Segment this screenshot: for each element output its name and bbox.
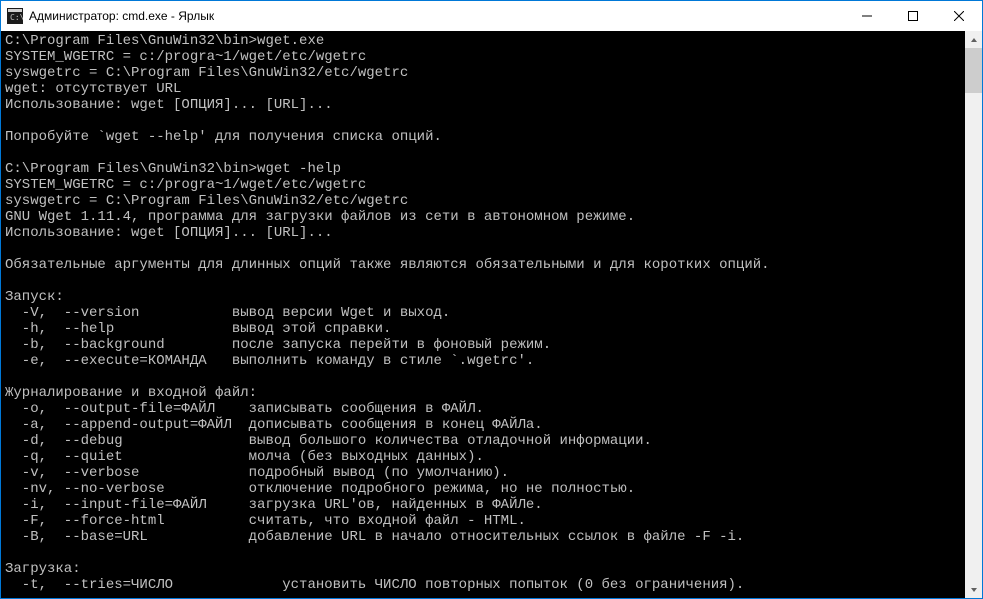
cmd-icon: C:\ xyxy=(7,8,23,24)
terminal-container: C:\Program Files\GnuWin32\bin>wget.exe S… xyxy=(1,31,982,598)
scroll-down-button[interactable] xyxy=(965,581,982,598)
terminal-output[interactable]: C:\Program Files\GnuWin32\bin>wget.exe S… xyxy=(1,31,965,598)
maximize-button[interactable] xyxy=(890,1,936,31)
window-title: Администратор: cmd.exe - Ярлык xyxy=(29,9,844,23)
svg-text:C:\: C:\ xyxy=(10,13,23,22)
close-button[interactable] xyxy=(936,1,982,31)
minimize-button[interactable] xyxy=(844,1,890,31)
titlebar[interactable]: C:\ Администратор: cmd.exe - Ярлык xyxy=(1,1,982,31)
window-controls xyxy=(844,1,982,31)
scrollbar[interactable] xyxy=(965,31,982,598)
scroll-thumb[interactable] xyxy=(965,48,982,93)
window: C:\ Администратор: cmd.exe - Ярлык C:\Pr… xyxy=(0,0,983,599)
scroll-up-button[interactable] xyxy=(965,31,982,48)
scroll-track[interactable] xyxy=(965,48,982,581)
